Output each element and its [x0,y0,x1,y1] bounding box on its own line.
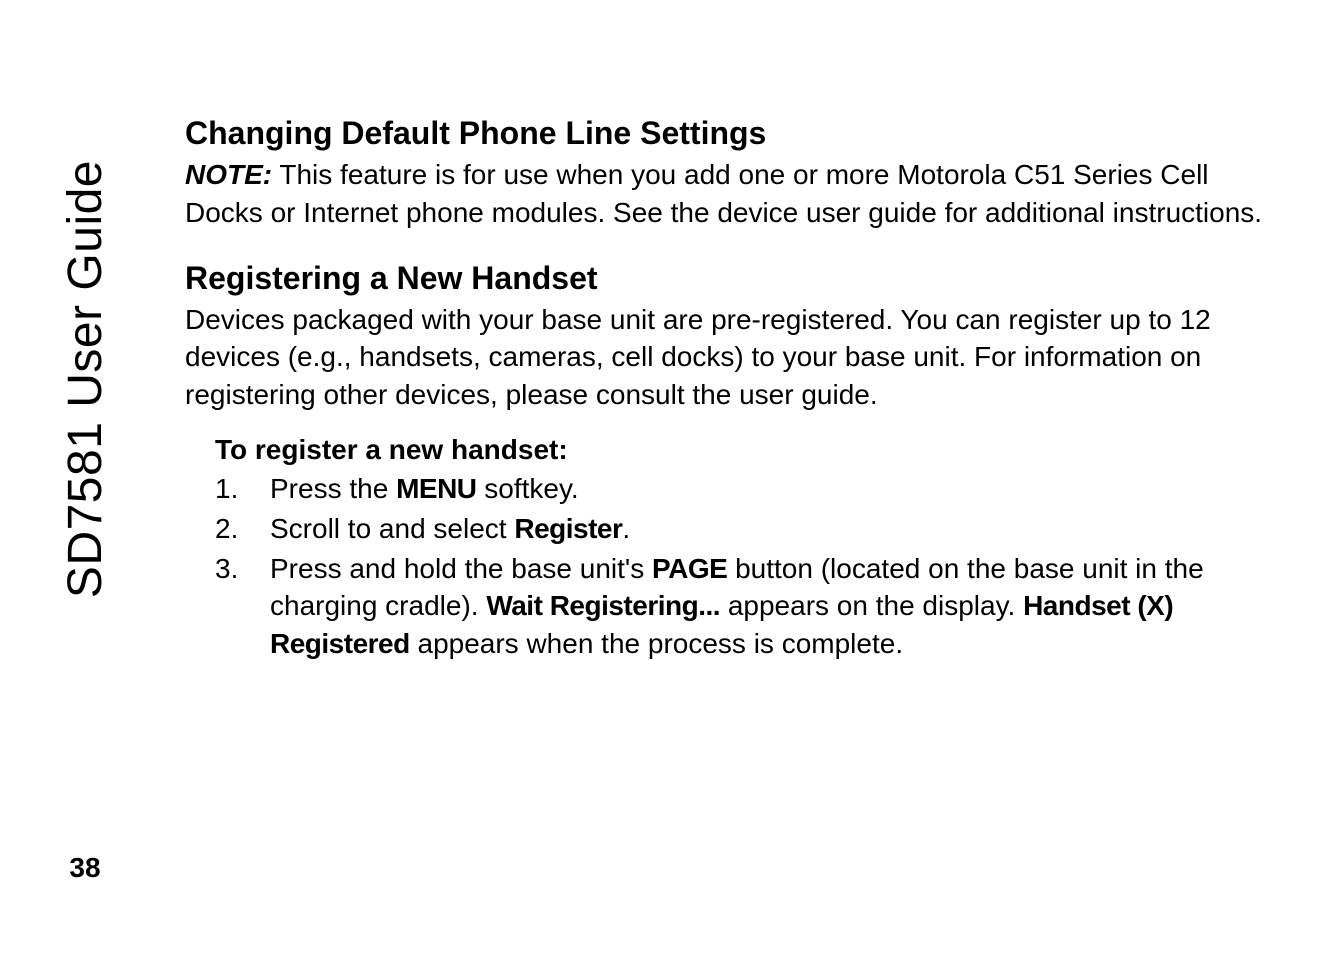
step-1: 1. Press the MENU softkey. [215,470,1274,508]
step-text: . [622,513,630,544]
note-paragraph: NOTE: This feature is for use when you a… [185,156,1274,232]
note-label: NOTE: [185,159,272,190]
registering-intro: Devices packaged with your base unit are… [185,301,1274,414]
step-text: Press and hold the base unit's [270,553,652,584]
step-text: softkey. [477,473,579,504]
button-page: PAGE [652,553,727,584]
heading-changing-default: Changing Default Phone Line Settings [185,115,1274,152]
sidebar: SD7581 User Guide 38 [50,160,120,884]
main-content: Changing Default Phone Line Settings NOT… [185,115,1274,665]
step-text: appears on the display. [720,590,1023,621]
page-number: 38 [69,852,100,884]
heading-registering-handset: Registering a New Handset [185,260,1274,297]
softkey-menu: MENU [396,473,476,504]
step-2: 2. Scroll to and select Register. [215,510,1274,548]
option-register: Register [514,513,622,544]
step-3: 3. Press and hold the base unit's PAGE b… [215,550,1274,663]
step-text: appears when the process is complete. [410,628,903,659]
display-wait-registering: Wait Registering... [486,590,720,621]
step-number: 2. [215,510,270,548]
step-text: Scroll to and select [270,513,514,544]
sub-heading-to-register: To register a new handset: [215,434,1274,466]
document-title-vertical: SD7581 User Guide [58,160,113,598]
step-number: 3. [215,550,270,663]
steps-list: 1. Press the MENU softkey. 2. Scroll to … [215,470,1274,663]
note-body: This feature is for use when you add one… [185,159,1262,228]
step-text: Press the [270,473,396,504]
step-number: 1. [215,470,270,508]
